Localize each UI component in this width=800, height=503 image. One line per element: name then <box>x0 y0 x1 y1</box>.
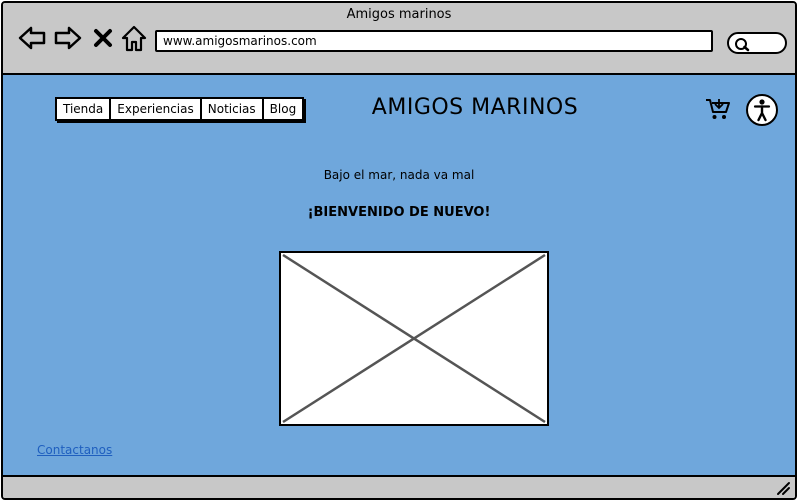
welcome-heading: ¡BIENVENIDO DE NUEVO! <box>307 205 491 220</box>
browser-window: Amigos marinos www.amigosmarinos.com Tie… <box>1 1 797 500</box>
search-icon <box>735 38 750 52</box>
page-content: Tienda Experiencias Noticias Blog AMIGOS… <box>3 75 795 477</box>
home-icon[interactable] <box>119 23 149 53</box>
resize-grip-icon[interactable] <box>775 480 791 496</box>
image-placeholder <box>279 251 549 426</box>
main-menu: Tienda Experiencias Noticias Blog <box>55 97 305 121</box>
contact-link[interactable]: Contactanos <box>37 443 112 457</box>
back-arrow-icon[interactable] <box>17 23 47 53</box>
menu-item-tienda[interactable]: Tienda <box>57 99 112 119</box>
tagline: Bajo el mar, nada va mal <box>323 168 475 182</box>
search-field[interactable] <box>727 32 787 54</box>
site-title: AMIGOS MARINOS <box>371 95 579 120</box>
close-icon[interactable] <box>91 23 115 53</box>
window-title: Amigos marinos <box>346 7 452 22</box>
status-bar <box>3 475 795 498</box>
browser-toolbar: Amigos marinos www.amigosmarinos.com <box>3 3 795 75</box>
menu-item-experiencias[interactable]: Experiencias <box>111 99 202 119</box>
url-input[interactable]: www.amigosmarinos.com <box>155 30 713 52</box>
forward-arrow-icon[interactable] <box>53 23 83 53</box>
menu-item-noticias[interactable]: Noticias <box>201 99 264 119</box>
shopping-cart-icon[interactable] <box>705 97 731 121</box>
menu-item-blog[interactable]: Blog <box>263 99 303 119</box>
accessibility-icon[interactable] <box>745 93 779 127</box>
